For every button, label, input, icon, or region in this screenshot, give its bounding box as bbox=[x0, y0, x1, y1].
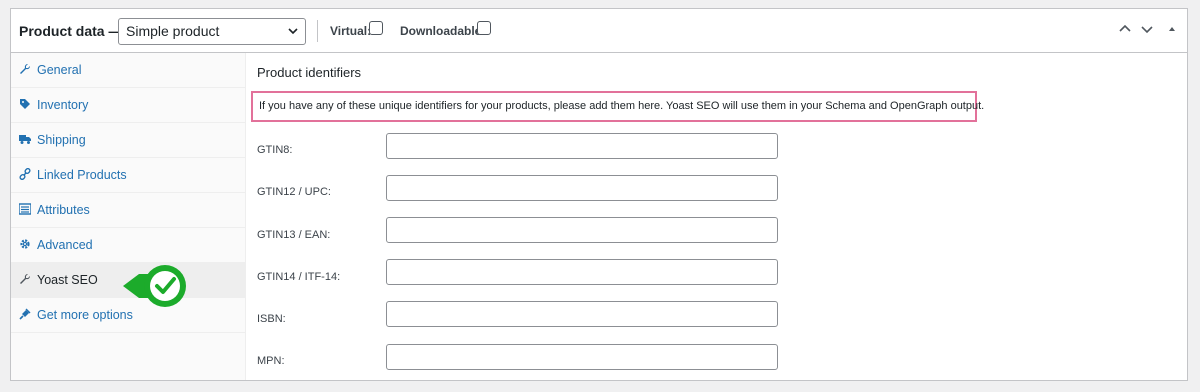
gtin12-label: GTIN12 / UPC: bbox=[257, 186, 331, 198]
gtin13-input[interactable] bbox=[386, 217, 778, 243]
product-data-metabox: Product data — Simple product Virtual: D… bbox=[10, 8, 1188, 381]
virtual-label: Virtual: bbox=[330, 24, 372, 38]
downloadable-label: Downloadable: bbox=[400, 24, 486, 38]
checkmark-badge-icon bbox=[123, 264, 187, 308]
metabox-title: Product data — bbox=[19, 23, 123, 39]
gear-icon bbox=[19, 238, 31, 250]
tab-advanced[interactable]: Advanced bbox=[11, 228, 246, 263]
section-title: Product identifiers bbox=[257, 65, 362, 80]
move-down-icon[interactable] bbox=[1140, 22, 1154, 39]
virtual-checkbox[interactable] bbox=[369, 21, 383, 35]
isbn-input[interactable] bbox=[386, 301, 778, 327]
wrench-icon bbox=[19, 273, 31, 285]
tab-label: General bbox=[37, 63, 82, 77]
tab-linked-products[interactable]: Linked Products bbox=[11, 158, 246, 193]
gtin14-input[interactable] bbox=[386, 259, 778, 285]
tab-label: Get more options bbox=[37, 308, 133, 322]
move-up-icon[interactable] bbox=[1118, 22, 1132, 39]
product-data-tabs: General Inventory Shipping Linked Produc… bbox=[11, 53, 246, 380]
gtin12-input[interactable] bbox=[386, 175, 778, 201]
chevron-down-icon bbox=[287, 19, 299, 53]
tab-label: Inventory bbox=[37, 98, 89, 112]
gtin13-label: GTIN13 / EAN: bbox=[257, 229, 331, 241]
downloadable-checkbox[interactable] bbox=[477, 21, 491, 35]
yoast-seo-panel: Product identifiers If you have any of t… bbox=[246, 53, 1187, 380]
product-type-value: Simple product bbox=[126, 23, 220, 39]
tag-icon bbox=[19, 98, 31, 110]
tab-label: Linked Products bbox=[37, 168, 127, 182]
gtin8-input[interactable] bbox=[386, 133, 778, 159]
tab-label: Shipping bbox=[37, 133, 86, 147]
tab-inventory[interactable]: Inventory bbox=[11, 88, 246, 123]
truck-icon bbox=[19, 133, 31, 145]
tab-label: Yoast SEO bbox=[37, 273, 98, 287]
link-icon bbox=[19, 167, 31, 181]
metabox-header: Product data — Simple product Virtual: D… bbox=[11, 9, 1187, 53]
collapse-toggle-icon[interactable] bbox=[1167, 22, 1177, 39]
gtin8-label: GTIN8: bbox=[257, 144, 293, 156]
tab-attributes[interactable]: Attributes bbox=[11, 193, 246, 228]
list-icon bbox=[18, 203, 32, 215]
tab-label: Attributes bbox=[37, 203, 90, 217]
mpn-input[interactable] bbox=[386, 344, 778, 370]
isbn-label: ISBN: bbox=[257, 313, 286, 325]
header-divider bbox=[317, 20, 318, 42]
product-type-select[interactable]: Simple product bbox=[118, 18, 306, 45]
tab-shipping[interactable]: Shipping bbox=[11, 123, 246, 158]
tab-label: Advanced bbox=[37, 238, 93, 252]
plugin-icon bbox=[19, 308, 31, 320]
wrench-icon bbox=[19, 63, 31, 75]
mpn-label: MPN: bbox=[257, 355, 285, 367]
tab-general[interactable]: General bbox=[11, 53, 246, 88]
gtin14-label: GTIN14 / ITF-14: bbox=[257, 271, 341, 283]
identifiers-notice: If you have any of these unique identifi… bbox=[251, 91, 984, 122]
